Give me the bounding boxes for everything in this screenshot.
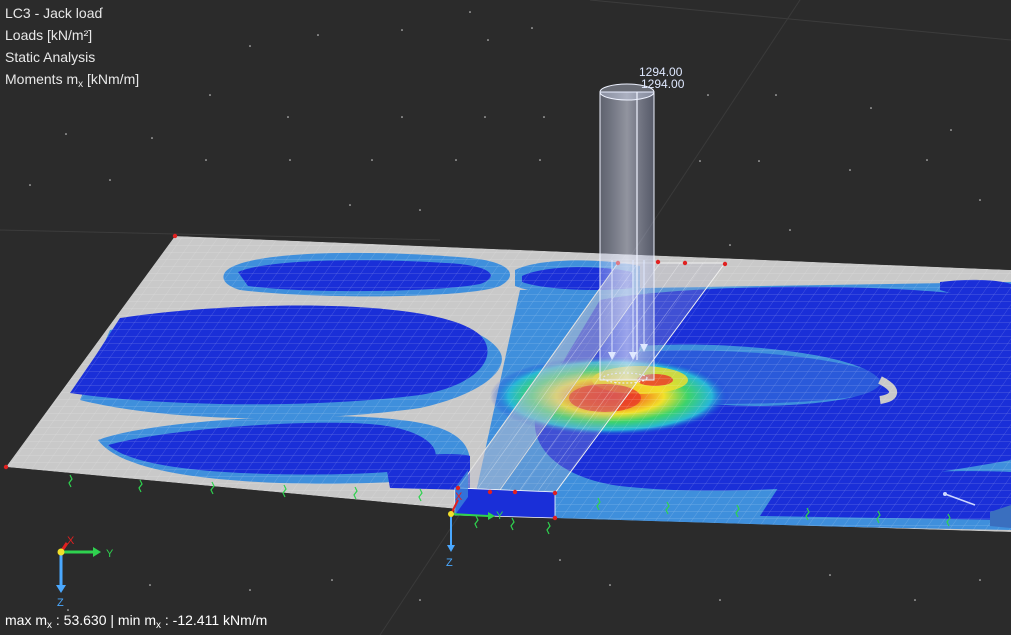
result-info-panel: LC3 - Jack load Loads [kN/m²] Static Ana… (5, 2, 139, 96)
load-value-2: 1294.00 (641, 77, 685, 91)
view-axis-y-label: Y (106, 548, 114, 560)
view-axis-x-label: X (67, 535, 75, 547)
loads-unit-label: Loads [kN/m²] (5, 27, 93, 43)
load-case-label: LC3 - Jack load (5, 5, 103, 21)
coordinate-axes-icon[interactable]: Z Y X (56, 535, 114, 609)
result-type-label: Moments mx [kNm/m] (5, 71, 140, 90)
analysis-type-label: Static Analysis (5, 49, 96, 65)
model-scene[interactable]: 1294.00 1294.00 Z Y X Z Y X (0, 0, 1011, 635)
origin-x-label: X (455, 491, 463, 503)
3d-viewport[interactable]: 1294.00 1294.00 Z Y X Z Y X LC3 - Jack l… (0, 0, 1011, 635)
grid-line (589, 0, 1011, 41)
view-axis-z-label: Z (57, 597, 64, 609)
origin-z-label: Z (446, 557, 453, 569)
result-extremes-footer: max mx : 53.630 | min mx : -12.411 kNm/m (5, 612, 268, 631)
origin-y-label: Y (496, 510, 504, 522)
